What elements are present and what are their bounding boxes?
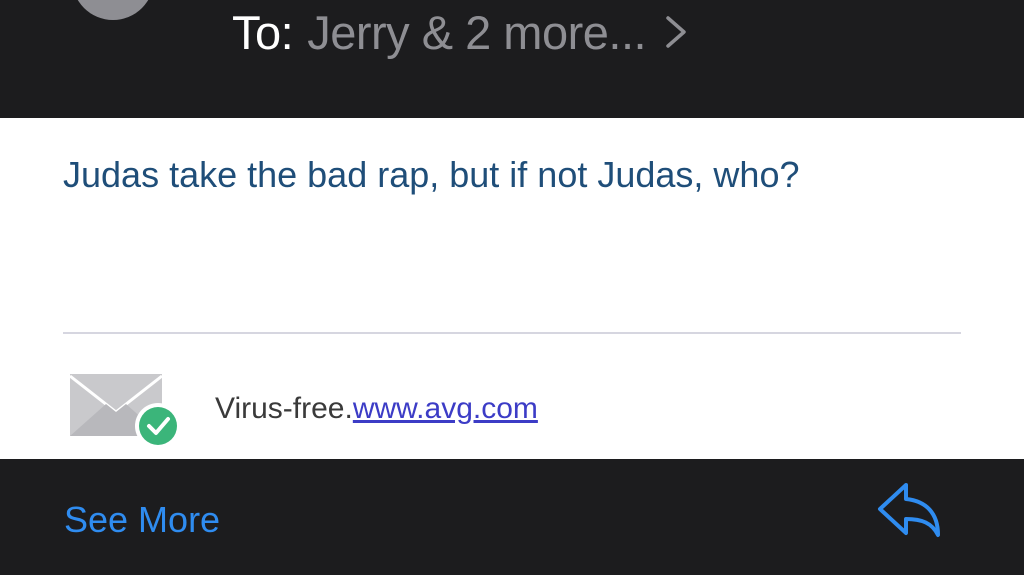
sender-avatar[interactable] <box>72 0 154 20</box>
recipients-summary[interactable]: Jerry & 2 more... <box>307 5 646 60</box>
to-label: To: <box>232 5 294 59</box>
see-more-button[interactable]: See More <box>64 499 220 541</box>
chevron-right-icon[interactable] <box>664 12 688 52</box>
signature-divider <box>63 332 961 334</box>
envelope-check-icon <box>70 374 181 449</box>
email-screen: To: Jerry & 2 more... Judas take the bad… <box>0 0 1024 575</box>
message-footer: See More <box>0 459 1024 575</box>
message-body: Judas take the bad rap, but if not Judas… <box>0 118 1024 459</box>
message-header: To: Jerry & 2 more... <box>0 0 1024 118</box>
recipients-row[interactable]: To: Jerry & 2 more... <box>232 4 688 60</box>
avg-link[interactable]: www.avg.com <box>353 392 538 425</box>
message-text: Judas take the bad rap, but if not Judas… <box>63 154 800 195</box>
signature-text: Virus-free.www.avg.com <box>215 392 538 426</box>
reply-icon[interactable] <box>876 479 944 541</box>
virus-free-label: Virus-free. <box>215 392 353 425</box>
